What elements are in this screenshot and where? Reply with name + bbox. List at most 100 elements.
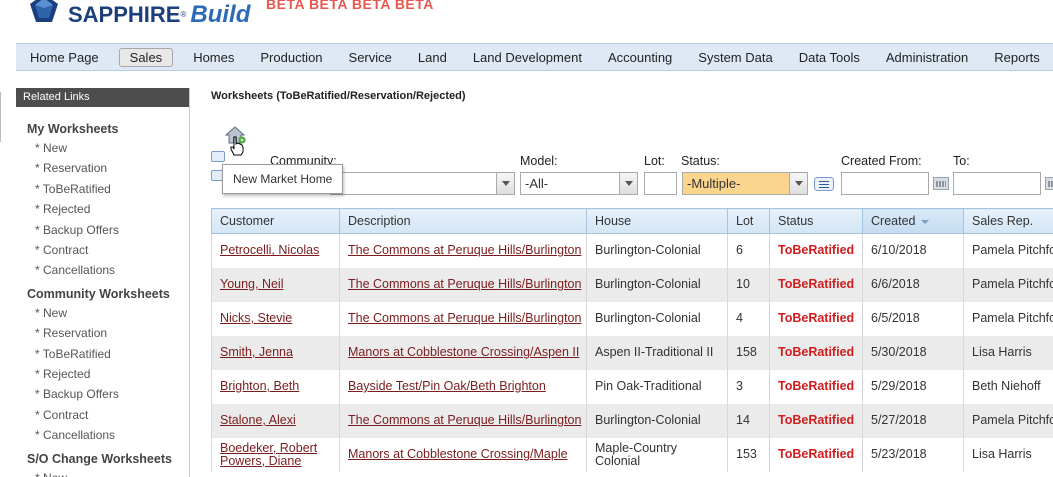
sidebar-link-community-worksheets-contract[interactable]: * Contract	[16, 405, 189, 425]
sidebar-link-s-o-change-worksheets-new[interactable]: * New	[16, 468, 189, 477]
description-cell: Manors at Cobblestone Crossing/Aspen II	[339, 335, 587, 370]
lot-cell: 14	[727, 403, 770, 438]
column-header-sales-rep[interactable]: Sales Rep.	[963, 208, 1053, 234]
description-link[interactable]: The Commons at Peruque Hills/Burlington	[348, 413, 581, 427]
sales-rep-cell: Pamela Pitchford	[963, 267, 1053, 302]
table-row[interactable]: Stalone, Alexi The Commons at Peruque Hil…	[211, 403, 1053, 438]
community-dropdown[interactable]	[330, 172, 515, 195]
nav-sales[interactable]: Sales	[118, 47, 174, 67]
nav-service[interactable]: Service	[343, 48, 398, 67]
sapphire-gem-icon	[30, 0, 58, 22]
column-header-lot[interactable]: Lot	[727, 208, 770, 234]
chevron-down-icon	[789, 173, 807, 194]
nav-land-development[interactable]: Land Development	[467, 48, 588, 67]
customer-link[interactable]: Petrocelli, Nicolas	[220, 243, 319, 257]
calendar-icon[interactable]	[1045, 177, 1053, 190]
sidebar-link-community-worksheets-backup-offers[interactable]: * Backup Offers	[16, 384, 189, 404]
column-header-status[interactable]: Status	[769, 208, 863, 234]
customer-link[interactable]: Powers, Diane	[220, 454, 301, 468]
lot-input[interactable]	[644, 172, 677, 195]
logo-text: SAPPHIRE® Build	[68, 1, 251, 28]
new-market-home-tooltip: New Market Home	[222, 164, 343, 194]
house-cell: Pin Oak-Traditional	[586, 369, 728, 404]
sidebar-link-community-worksheets-toberatified[interactable]: * ToBeRatified	[16, 344, 189, 364]
calendar-icon[interactable]	[933, 177, 949, 190]
app-logo[interactable]: SAPPHIRE® Build	[28, 0, 258, 34]
created-to-input[interactable]	[953, 172, 1041, 195]
customer-cell: Young, Neil	[211, 267, 340, 302]
sidebar-link-community-worksheets-cancellations[interactable]: * Cancellations	[16, 425, 189, 445]
status-list-button[interactable]	[814, 177, 834, 191]
model-dropdown[interactable]: -All-	[520, 172, 638, 195]
description-cell: The Commons at Peruque Hills/Burlington	[339, 233, 587, 268]
table-row[interactable]: Boedeker, Robert Powers, Diane Manors at C…	[211, 437, 1053, 472]
column-header-label: Customer	[220, 214, 275, 228]
created-cell: 6/6/2018	[862, 267, 964, 302]
customer-link[interactable]: Nicks, Stevie	[220, 311, 292, 325]
customer-link[interactable]: Smith, Jenna	[220, 345, 293, 359]
description-link[interactable]: Manors at Cobblestone Crossing/Maple	[348, 447, 568, 461]
nav-system-data[interactable]: System Data	[692, 48, 778, 67]
description-link[interactable]: Manors at Cobblestone Crossing/Aspen II	[348, 345, 579, 359]
status-cell: ToBeRatified	[769, 403, 863, 438]
description-link[interactable]: The Commons at Peruque Hills/Burlington	[348, 311, 581, 325]
sidebar-link-community-worksheets-new[interactable]: * New	[16, 303, 189, 323]
status-cell: ToBeRatified	[769, 369, 863, 404]
main-nav: Home Page Sales Homes Production Service Land…	[16, 43, 1053, 71]
sidebar-link-my-worksheets-cancellations[interactable]: * Cancellations	[16, 260, 189, 280]
description-cell: Manors at Cobblestone Crossing/Maple	[339, 437, 587, 472]
column-header-customer[interactable]: Customer	[211, 208, 340, 234]
description-link[interactable]: Bayside Test/Pin Oak/Beth Brighton	[348, 379, 546, 393]
sales-rep-cell: Beth Niehoff	[963, 369, 1053, 404]
lot-cell: 3	[727, 369, 770, 404]
nav-land[interactable]: Land	[412, 48, 453, 67]
customer-link[interactable]: Stalone, Alexi	[220, 413, 296, 427]
sidebar-link-my-worksheets-reservation[interactable]: * Reservation	[16, 158, 189, 178]
status-dropdown[interactable]: -Multiple-	[682, 172, 808, 195]
column-header-description[interactable]: Description	[339, 208, 587, 234]
table-row[interactable]: Petrocelli, Nicolas The Commons at Peruqu…	[211, 233, 1053, 268]
description-cell: The Commons at Peruque Hills/Burlington	[339, 403, 587, 438]
table-row[interactable]: Brighton, Beth Bayside Test/Pin Oak/Beth …	[211, 369, 1053, 404]
nav-accounting[interactable]: Accounting	[602, 48, 678, 67]
sort-descending-icon	[921, 219, 930, 224]
nav-production[interactable]: Production	[254, 48, 328, 67]
table-row[interactable]: Young, Neil The Commons at Peruque Hills/…	[211, 267, 1053, 302]
sidebar-link-my-worksheets-toberatified[interactable]: * ToBeRatified	[16, 179, 189, 199]
column-header-label: Status	[778, 214, 814, 228]
sidebar-link-my-worksheets-backup-offers[interactable]: * Backup Offers	[16, 220, 189, 240]
logo-name: SAPPHIRE	[68, 2, 181, 27]
customer-link[interactable]: Brighton, Beth	[220, 379, 299, 393]
column-header-created[interactable]: Created	[862, 208, 964, 234]
expand-filter-button[interactable]	[211, 151, 225, 162]
table-row[interactable]: Smith, Jenna Manors at Cobblestone Crossi…	[211, 335, 1053, 370]
table-row[interactable]: Nicks, Stevie The Commons at Peruque Hill…	[211, 301, 1053, 336]
column-header-house[interactable]: House	[586, 208, 728, 234]
created-cell: 6/5/2018	[862, 301, 964, 336]
worksheets-table: Customer Description House Lot Status Created…	[211, 208, 1053, 472]
nav-homes[interactable]: Homes	[187, 48, 240, 67]
sidebar-link-my-worksheets-new[interactable]: * New	[16, 138, 189, 158]
status-label: Status:	[681, 154, 720, 168]
sidebar-link-my-worksheets-contract[interactable]: * Contract	[16, 240, 189, 260]
table-header-row: Customer Description House Lot Status Created…	[211, 208, 1053, 234]
created-cell: 5/23/2018	[862, 437, 964, 472]
nav-data-tools[interactable]: Data Tools	[793, 48, 866, 67]
description-link[interactable]: The Commons at Peruque Hills/Burlington	[348, 277, 581, 291]
chevron-down-icon	[496, 173, 514, 194]
status-cell: ToBeRatified	[769, 301, 863, 336]
sidebar-link-community-worksheets-reservation[interactable]: * Reservation	[16, 323, 189, 343]
customer-link[interactable]: Young, Neil	[220, 277, 283, 291]
sidebar-link-my-worksheets-rejected[interactable]: * Rejected	[16, 199, 189, 219]
description-link[interactable]: The Commons at Peruque Hills/Burlington	[348, 243, 581, 257]
column-header-label: Lot	[736, 214, 754, 228]
house-cell: Burlington-Colonial	[586, 233, 728, 268]
created-from-input[interactable]	[841, 172, 929, 195]
house-cell: Burlington-Colonial	[586, 301, 728, 336]
nav-administration[interactable]: Administration	[880, 48, 974, 67]
lot-cell: 153	[727, 437, 770, 472]
sidebar-link-community-worksheets-rejected[interactable]: * Rejected	[16, 364, 189, 384]
nav-home-page[interactable]: Home Page	[24, 48, 105, 67]
customer-link[interactable]: Boedeker, Robert	[220, 441, 317, 455]
nav-reports[interactable]: Reports	[988, 48, 1046, 67]
